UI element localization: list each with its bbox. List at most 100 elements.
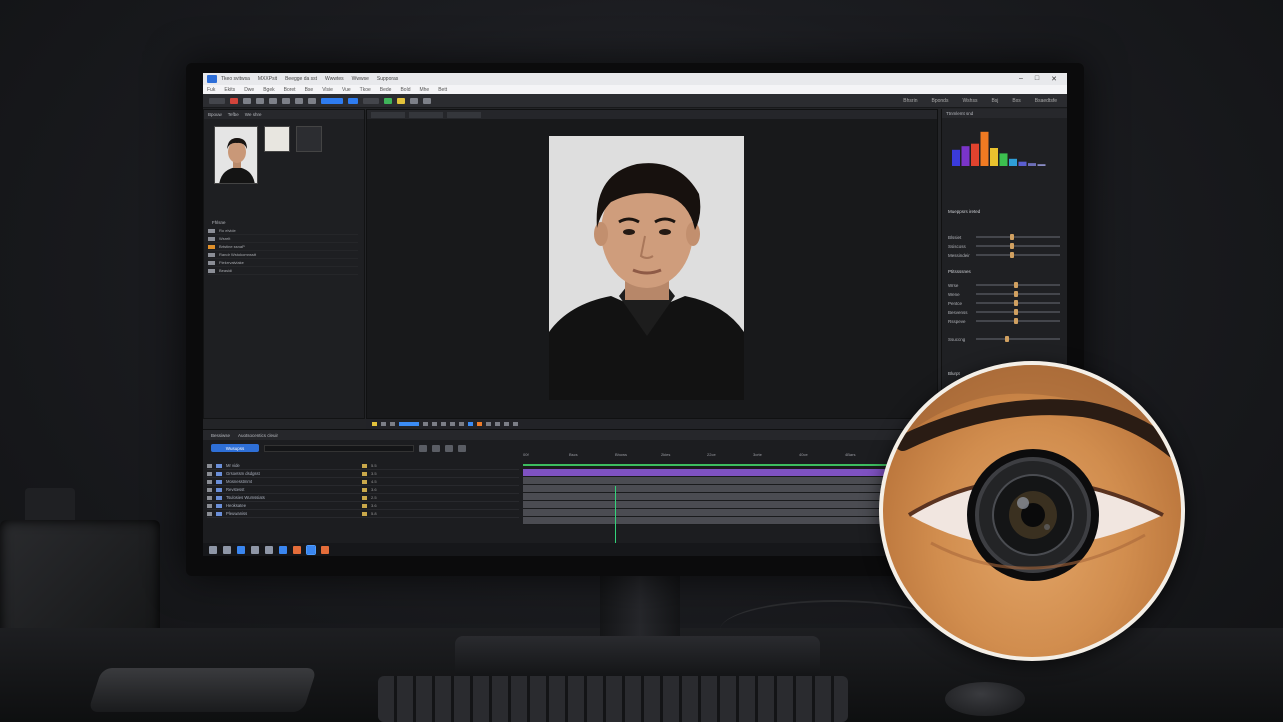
visibility-icon[interactable]: [207, 487, 212, 492]
slider-handle[interactable]: [1013, 291, 1018, 297]
label-color-icon[interactable]: [362, 511, 367, 516]
slider-row[interactable]: Wrse: [948, 281, 1060, 289]
color-swatch-thumbnail[interactable]: [264, 126, 290, 152]
slider-row[interactable]: Besvenss: [948, 308, 1060, 316]
layer-row[interactable]: Mosnesstmmt 4.5: [207, 478, 519, 486]
file-row[interactable]: Randr Wstokomnsstt: [208, 251, 358, 259]
app-icon[interactable]: [265, 545, 273, 554]
visibility-icon[interactable]: [207, 463, 212, 468]
menu-item[interactable]: Bold: [400, 87, 410, 93]
layer-row[interactable]: Pleuwaniss 5.8: [207, 510, 519, 518]
workspace-tab[interactable]: Bhsrin: [903, 98, 917, 104]
control-icon[interactable]: [459, 422, 464, 426]
layer-row[interactable]: Heoksatee 3.6: [207, 502, 519, 510]
slider-handle[interactable]: [1013, 318, 1018, 324]
slider-handle[interactable]: [1013, 300, 1018, 306]
record-icon[interactable]: [477, 422, 482, 426]
label-color-icon[interactable]: [362, 487, 367, 492]
tab-project[interactable]: Bpouw: [208, 112, 222, 117]
slider-row[interactable]: Blssiet: [948, 233, 1060, 241]
slider-handle[interactable]: [1009, 234, 1014, 240]
workspace-tab[interactable]: Bponds: [931, 98, 948, 104]
file-row[interactable]: Beasidi: [208, 267, 358, 275]
label-color-icon[interactable]: [362, 463, 367, 468]
slider-handle[interactable]: [1013, 282, 1018, 288]
menu-item[interactable]: Bgek: [263, 87, 274, 93]
tool-icon[interactable]: [445, 444, 453, 452]
visibility-icon[interactable]: [207, 479, 212, 484]
control-icon[interactable]: [486, 422, 491, 426]
region-icon[interactable]: [390, 422, 395, 426]
menu-item[interactable]: Vue: [342, 87, 351, 93]
close-icon[interactable]: ✕: [1051, 75, 1057, 83]
layer-row[interactable]: Grsoetsm dsdgsst 3.5: [207, 470, 519, 478]
workspace-tab[interactable]: Bxs: [1012, 98, 1020, 104]
start-icon[interactable]: [209, 545, 217, 554]
control-icon[interactable]: [450, 422, 455, 426]
slider-row[interactable]: Ssiscoss: [948, 242, 1060, 250]
timeline-mode-button[interactable]: Wusupss: [211, 444, 259, 452]
app-icon[interactable]: [293, 545, 301, 554]
menu-item[interactable]: Tkoe: [360, 87, 371, 93]
slider-track[interactable]: [976, 318, 1060, 324]
portrait-thumbnail[interactable]: [214, 126, 258, 184]
timeline-tab[interactable]: Auotsocentics cleuir: [238, 433, 278, 438]
app-icon[interactable]: [321, 545, 329, 554]
tab-share[interactable]: We shre: [245, 112, 262, 117]
menu-item[interactable]: Mhe: [419, 87, 429, 93]
record-icon[interactable]: [230, 97, 238, 104]
tool-icon[interactable]: [410, 97, 418, 104]
visibility-icon[interactable]: [207, 503, 212, 508]
file-row[interactable]: Ftekrrvalviake: [208, 259, 358, 267]
file-row[interactable]: Brtstine ssnaP: [208, 243, 358, 251]
layer-search-input[interactable]: [264, 444, 414, 452]
control-icon[interactable]: [495, 422, 500, 426]
viewer-tab[interactable]: [409, 111, 443, 118]
slider-row[interactable]: Rsspeve: [948, 317, 1060, 325]
empty-thumbnail[interactable]: [296, 126, 322, 152]
slider-track[interactable]: [976, 282, 1060, 288]
file-row[interactable]: Ro elvide: [208, 227, 358, 235]
menu-item[interactable]: Fuk: [207, 87, 215, 93]
menu-item[interactable]: Bett: [438, 87, 447, 93]
tool-icon[interactable]: [308, 97, 316, 104]
tool-icon[interactable]: [419, 444, 427, 452]
layer-row[interactable]: Revstesst 3.6: [207, 486, 519, 494]
viewer-tab[interactable]: [447, 111, 481, 118]
menu-item[interactable]: Ekits: [224, 87, 235, 93]
visibility-icon[interactable]: [207, 471, 212, 476]
slider-handle[interactable]: [1009, 252, 1014, 258]
slider-row[interactable]: Ssuccng: [948, 335, 1060, 343]
control-icon[interactable]: [423, 422, 428, 426]
tab-effects[interactable]: Tefbe: [228, 112, 239, 117]
tool-icon[interactable]: [269, 97, 277, 104]
minimize-icon[interactable]: –: [1019, 75, 1023, 83]
active-app-icon[interactable]: [306, 544, 316, 555]
label-color-icon[interactable]: [362, 479, 367, 484]
tool-icon[interactable]: [363, 97, 379, 104]
label-color-icon[interactable]: [362, 471, 367, 476]
tool-icon[interactable]: [384, 97, 392, 104]
slider-handle[interactable]: [1013, 309, 1018, 315]
menu-item[interactable]: Visie: [322, 87, 333, 93]
tool-icon[interactable]: [256, 97, 264, 104]
layer-row[interactable]: Tsulosies Wumssiats 2.5: [207, 494, 519, 502]
menu-item[interactable]: Bse: [305, 87, 314, 93]
maximize-icon[interactable]: □: [1035, 75, 1039, 83]
control-icon[interactable]: [504, 422, 509, 426]
control-icon[interactable]: [432, 422, 437, 426]
active-tool-button[interactable]: [321, 97, 343, 104]
layer-row[interactable]: Mr vide 5.5: [207, 462, 519, 470]
menu-item[interactable]: Dwe: [244, 87, 254, 93]
resolution-icon[interactable]: [381, 422, 386, 426]
slider-handle[interactable]: [1009, 243, 1014, 249]
label-color-icon[interactable]: [362, 495, 367, 500]
file-row[interactable]: Wsrelt: [208, 235, 358, 243]
tool-icon[interactable]: [458, 444, 466, 452]
viewer-tab[interactable]: [371, 111, 405, 118]
timecode-field[interactable]: [399, 422, 419, 426]
tool-icon[interactable]: [243, 97, 251, 104]
timeline-tab[interactable]: Bessiwse: [211, 433, 230, 438]
slider-row[interactable]: Pentce: [948, 299, 1060, 307]
slider-track[interactable]: [976, 243, 1060, 249]
